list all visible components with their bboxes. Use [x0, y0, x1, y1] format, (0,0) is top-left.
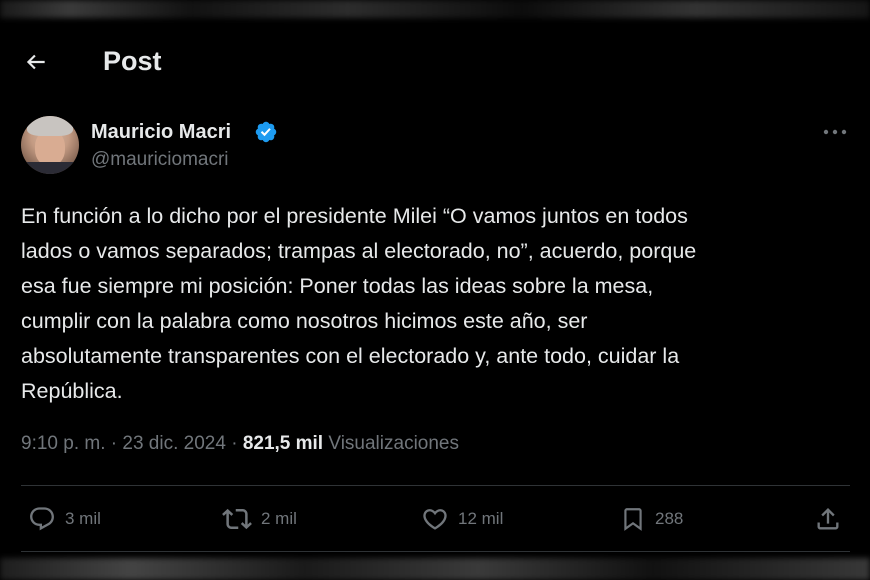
action-bar: 3 mil 2 mil 12 mil 288 — [0, 500, 870, 540]
repost-icon — [222, 508, 252, 530]
blurred-bottom-edge — [0, 558, 870, 580]
author-handle[interactable]: @mauriciomacri — [91, 149, 229, 171]
share-icon — [817, 508, 839, 530]
more-horizontal-icon — [823, 129, 847, 135]
repost-button[interactable]: 2 mil — [222, 504, 297, 534]
reply-button[interactable]: 3 mil — [28, 504, 101, 534]
meta-separator: · — [110, 433, 118, 454]
arrow-left-icon — [26, 54, 45, 70]
bookmark-icon — [624, 508, 642, 531]
post-date[interactable]: 23 dic. 2024 — [122, 433, 226, 454]
top-header: Post — [0, 38, 870, 86]
back-button[interactable] — [20, 47, 52, 77]
more-options-button[interactable] — [820, 120, 850, 144]
blurred-top-edge — [0, 0, 870, 18]
reply-count: 3 mil — [65, 509, 101, 528]
views-count[interactable]: 821,5 mil — [243, 433, 323, 454]
meta-separator: · — [231, 433, 238, 454]
verified-badge-icon[interactable] — [254, 120, 278, 144]
post-text: En función a lo dicho por el presidente … — [21, 204, 697, 403]
post-time[interactable]: 9:10 p. m. — [21, 433, 106, 454]
repost-count: 2 mil — [261, 509, 297, 528]
author-name[interactable]: Mauricio Macri — [91, 121, 231, 144]
bookmark-count: 288 — [655, 509, 684, 528]
like-count: 12 mil — [458, 509, 504, 528]
reply-icon — [30, 507, 54, 531]
like-button[interactable]: 12 mil — [421, 504, 503, 534]
views-label[interactable]: Visualizaciones — [328, 433, 459, 454]
heart-icon — [423, 509, 447, 530]
divider — [21, 485, 850, 486]
page-title: Post — [103, 46, 162, 76]
divider — [21, 551, 850, 552]
bookmark-button[interactable]: 288 — [620, 504, 683, 534]
avatar[interactable] — [21, 116, 79, 174]
post-metadata: 9:10 p. m. · 23 dic. 2024 · 821,5 mil Vi… — [21, 433, 459, 455]
share-button[interactable] — [814, 504, 851, 534]
